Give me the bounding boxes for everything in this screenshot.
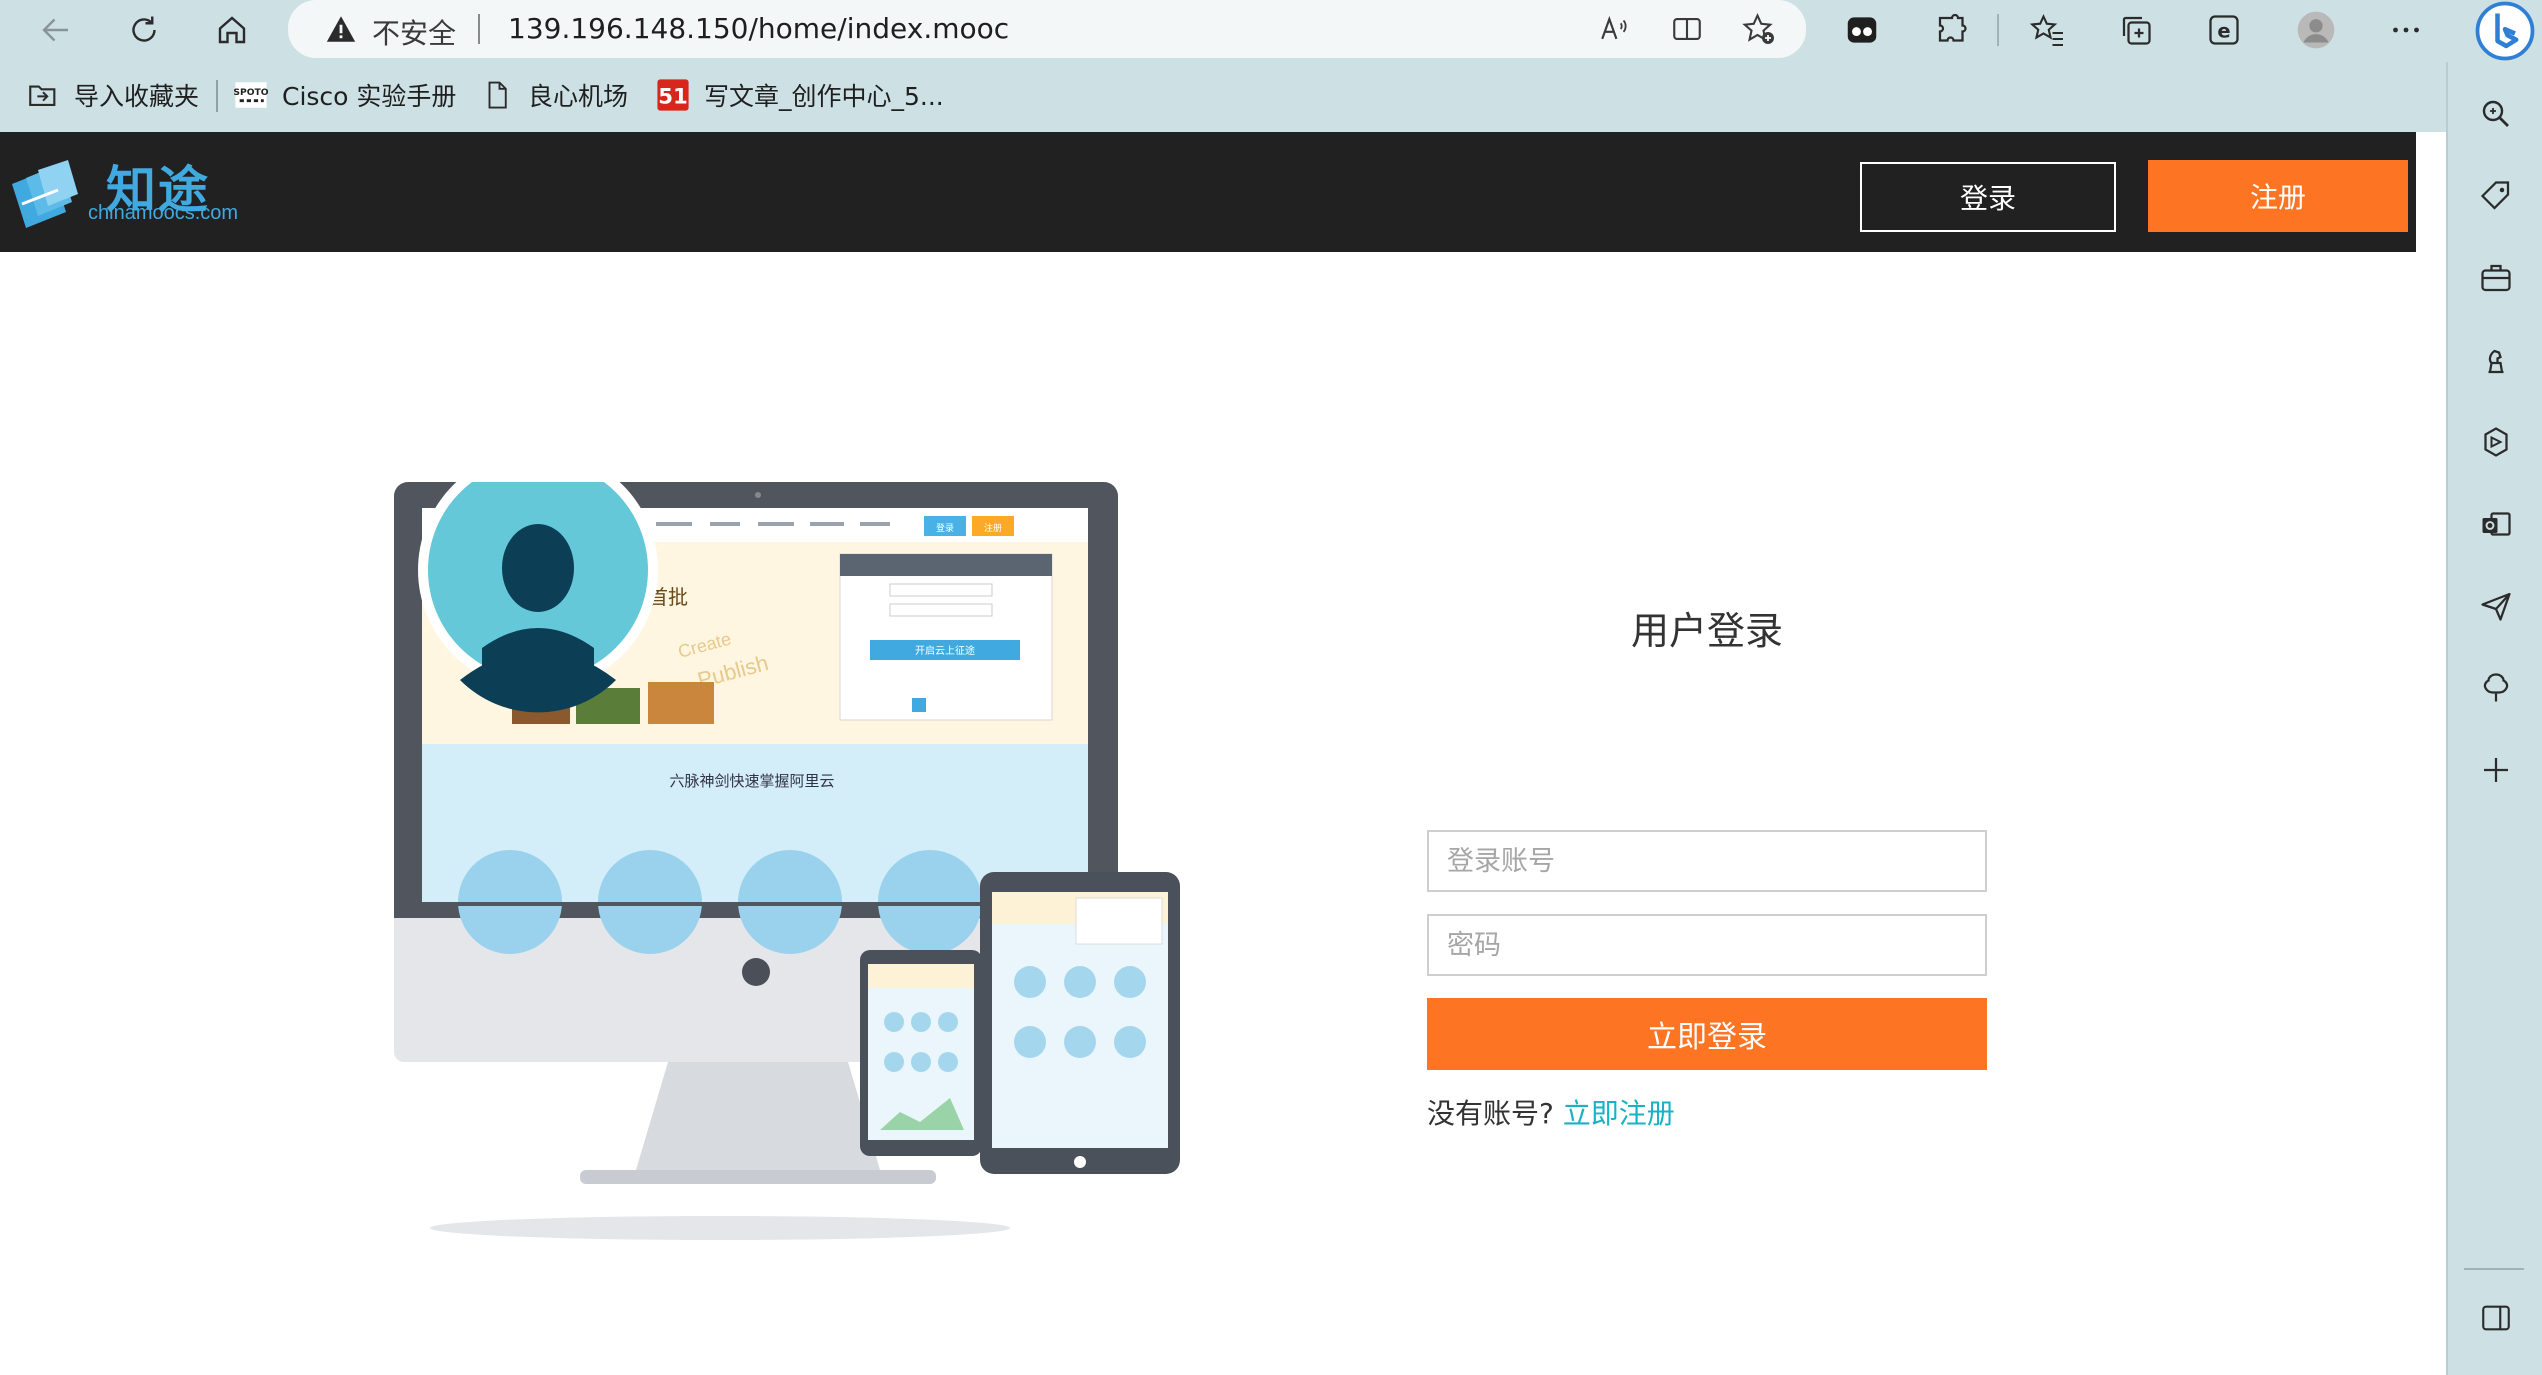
page-icon	[480, 78, 514, 112]
split-screen-icon	[1673, 18, 1701, 40]
bookmark-label: Cisco 实验手册	[282, 82, 457, 111]
toolbar-separator	[1997, 14, 1999, 46]
office-icon	[2484, 427, 2508, 457]
back-arrow-icon	[42, 18, 68, 42]
favorites-icon	[2030, 13, 2063, 47]
read-aloud-button[interactable]	[1596, 10, 1634, 48]
bing-copilot-button[interactable]	[2472, 0, 2538, 62]
header-register-button[interactable]: 注册	[2148, 160, 2408, 232]
warning-icon	[326, 16, 356, 42]
plus-icon	[2484, 758, 2508, 782]
sidebar-tools-button[interactable]	[2474, 256, 2518, 300]
sidebar-office-button[interactable]	[2474, 420, 2518, 464]
sidebar-add-button[interactable]	[2474, 748, 2518, 792]
bookmark-51cto[interactable]: 51 写文章_创作中心_5...	[656, 72, 944, 118]
illus-nav-login: 登录	[936, 523, 954, 534]
bookmark-cisco[interactable]: SPOTO Cisco 实验手册	[234, 72, 456, 118]
login-title: 用户登录	[1630, 609, 1783, 653]
chess-icon	[2488, 349, 2504, 374]
tag-icon	[2480, 181, 2510, 210]
illus-form-button: 开启云上征途	[915, 644, 975, 657]
more-menu-button[interactable]	[2384, 8, 2428, 52]
toolbox-icon	[2481, 264, 2511, 292]
back-button[interactable]	[32, 6, 80, 54]
sidebar-games-button[interactable]	[2474, 338, 2518, 382]
login-panel: 用户登录 立即登录 没有账号? 立即注册	[1427, 600, 1987, 1130]
collections-icon	[2122, 16, 2151, 45]
favorites-button[interactable]	[2026, 8, 2070, 52]
outlook-icon	[2482, 512, 2511, 536]
devices-illustration: 登录 注册 全球首批 Create Publish 开启云上征途 六脉神剑快速掌…	[360, 450, 1200, 1262]
logo-mark-icon	[12, 160, 78, 228]
login-submit-button[interactable]: 立即登录	[1427, 998, 1987, 1070]
url-text[interactable]: 139.196.148.150/home/index.mooc	[508, 12, 1009, 45]
browser-toolbar: 不安全 139.196.148.150/home/index.mooc e	[0, 0, 2542, 60]
page-viewport: 知途 chinamoocs.com 登录 注册 登录 注册 Create Pub…	[0, 132, 2446, 1375]
sidebar-toggle-button[interactable]	[2474, 1296, 2518, 1340]
tree-icon	[2483, 673, 2509, 702]
read-aloud-icon	[1601, 15, 1627, 40]
spoto-badge-text: SPOTO	[234, 87, 268, 98]
panel-toggle-icon	[2482, 1305, 2510, 1331]
bookmark-label: 写文章_创作中心_5...	[704, 82, 944, 111]
ie-mode-icon: e	[2209, 15, 2239, 45]
bookmark-label: 良心机场	[528, 82, 629, 111]
extension-game-button[interactable]	[1840, 8, 1884, 52]
logo-english: chinamoocs.com	[88, 202, 239, 224]
password-input[interactable]	[1427, 914, 1987, 976]
profile-button[interactable]	[2294, 8, 2338, 52]
sidebar-search-button[interactable]	[2474, 92, 2518, 136]
bookmark-liangxin[interactable]: 良心机场	[480, 72, 628, 118]
register-prompt: 没有账号? 立即注册	[1427, 1092, 1675, 1132]
account-input[interactable]	[1427, 830, 1987, 892]
extension-icon	[1847, 17, 1877, 43]
home-icon	[218, 16, 246, 44]
refresh-icon	[132, 16, 156, 42]
address-bar[interactable]: 不安全 139.196.148.150/home/index.mooc	[288, 0, 1806, 58]
collections-button[interactable]	[2114, 8, 2158, 52]
bookmarks-bar: 导入收藏夹 SPOTO Cisco 实验手册 良心机场 51 写文章_创作中心_…	[0, 72, 2450, 118]
sidebar-divider	[2464, 1268, 2524, 1270]
sidebar-tree-button[interactable]	[2474, 666, 2518, 710]
browser-chrome: 不安全 139.196.148.150/home/index.mooc e 导入…	[0, 0, 2542, 132]
address-divider	[478, 14, 480, 44]
add-favorite-button[interactable]	[1740, 10, 1778, 48]
sidebar-outlook-button[interactable]	[2474, 502, 2518, 546]
refresh-button[interactable]	[120, 6, 168, 54]
home-button[interactable]	[208, 6, 256, 54]
star-add-icon	[1742, 12, 1774, 44]
ie-mode-button[interactable]: e	[2202, 8, 2246, 52]
search-icon	[2482, 100, 2509, 127]
site-51-badge-text: 51	[658, 85, 688, 110]
puzzle-icon	[1938, 13, 1967, 42]
more-dots-icon	[2393, 27, 2419, 33]
import-folder-icon	[26, 78, 60, 112]
illus-nav-register: 注册	[984, 522, 1002, 534]
svg-text:e: e	[2217, 20, 2230, 43]
bookmark-import-favorites[interactable]: 导入收藏夹	[26, 72, 199, 118]
spoto-icon: SPOTO	[234, 78, 268, 112]
bookmark-separator	[216, 80, 218, 112]
header-login-button[interactable]: 登录	[1860, 162, 2116, 232]
site-51-icon: 51	[656, 78, 690, 112]
bing-icon	[2475, 1, 2535, 61]
sidebar-shopping-button[interactable]	[2474, 174, 2518, 218]
extensions-button[interactable]	[1930, 8, 1974, 52]
bookmark-label: 导入收藏夹	[74, 82, 200, 111]
split-screen-button[interactable]	[1668, 10, 1706, 48]
avatar-icon	[2297, 11, 2335, 49]
insecure-label[interactable]: 不安全	[372, 12, 456, 52]
site-logo[interactable]: 知途 chinamoocs.com	[8, 150, 258, 240]
devices-illustration-svg: 登录 注册 全球首批 Create Publish 开启云上征途 六脉神剑快速掌…	[394, 450, 1180, 1240]
sidebar-send-button[interactable]	[2474, 584, 2518, 628]
illus-strip-text: 六脉神剑快速掌握阿里云	[669, 772, 834, 790]
register-now-link[interactable]: 立即注册	[1563, 1097, 1675, 1130]
send-icon	[2481, 592, 2511, 621]
site-header: 知途 chinamoocs.com 登录 注册	[0, 132, 2416, 252]
no-account-text: 没有账号?	[1427, 1097, 1554, 1130]
browser-sidebar	[2446, 62, 2542, 1375]
